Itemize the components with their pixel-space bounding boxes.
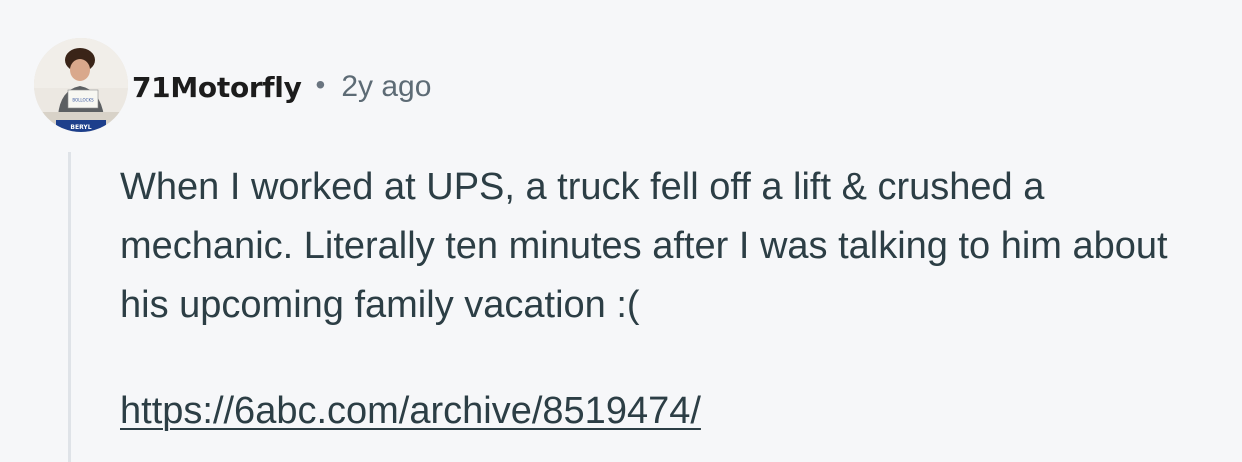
- meta-separator: •: [315, 69, 326, 100]
- avatar-sign-text: BOLLOCKS: [72, 98, 94, 103]
- comment-body: When I worked at UPS, a truck fell off a…: [120, 166, 1168, 326]
- username-link[interactable]: 71Motorfly: [132, 71, 302, 104]
- avatar-image: BOLLOCKS BERYL: [34, 38, 128, 132]
- avatar[interactable]: BOLLOCKS BERYL: [34, 38, 128, 132]
- comment-meta: 71Motorfly • 2y ago: [132, 64, 431, 110]
- comment: BOLLOCKS BERYL 71Motorfly • 2y ago When …: [0, 0, 1242, 462]
- comment-link[interactable]: https://6abc.com/archive/8519474/: [120, 384, 701, 438]
- avatar-name-plate: BERYL: [70, 124, 91, 131]
- timestamp[interactable]: 2y ago: [341, 70, 431, 104]
- thread-line[interactable]: [68, 152, 71, 462]
